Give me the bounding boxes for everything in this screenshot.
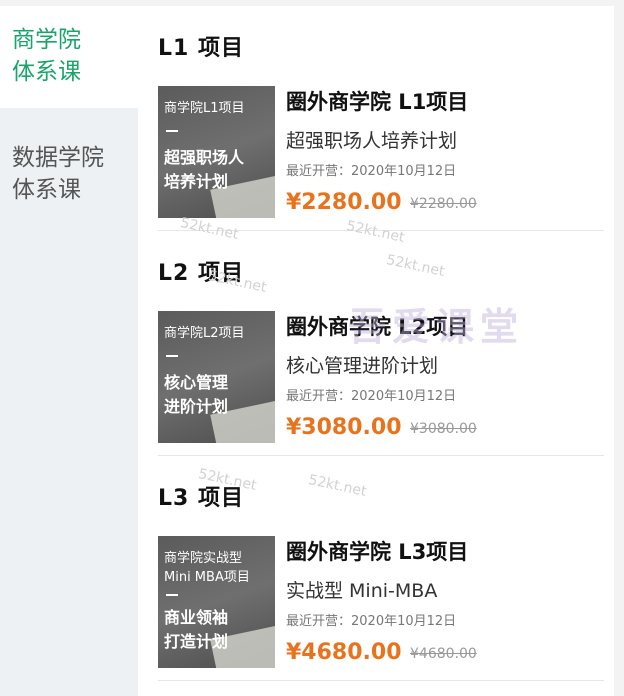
sidebar-item-label: 体系课 [12, 177, 81, 203]
course-original-price: ¥2280.00 [410, 196, 477, 212]
course-subtitle: 核心管理进阶计划 [286, 355, 439, 377]
thumbnail-caption-2: Mini MBA项目 [164, 570, 250, 585]
thumbnail-caption: 商学院L1项目 [164, 101, 245, 116]
course-price: ¥2280.00 [286, 190, 402, 215]
sidebar-item-label: 数据学院 [12, 145, 104, 171]
section-title: L1 项目 [158, 36, 244, 61]
course-thumbnail: 商学院实战型 Mini MBA项目 商业领袖 打造计划 [158, 536, 275, 668]
section-title: L3 项目 [158, 486, 244, 511]
thumbnail-dash [166, 355, 178, 357]
course-title: 圈外商学院 L1项目 [286, 90, 469, 114]
course-start-date: 最近开营：2020年10月12日 [286, 614, 457, 629]
course-thumbnail: 商学院L2项目 核心管理 进阶计划 [158, 311, 275, 443]
course-thumbnail: 商学院L1项目 超强职场人 培养计划 [158, 86, 275, 218]
thumbnail-headline: 超强职场人 [164, 148, 245, 167]
course-list: L1 项目 商学院L1项目 超强职场人 培养计划 圈外商学院 L1项目 超强职场… [138, 6, 614, 696]
course-title: 圈外商学院 L3项目 [286, 540, 469, 564]
thumbnail-headline-2: 打造计划 [164, 632, 229, 651]
thumbnail-headline-2: 进阶计划 [164, 397, 229, 416]
course-card-l2[interactable]: 商学院L2项目 核心管理 进阶计划 圈外商学院 L2项目 核心管理进阶计划 最近… [158, 311, 608, 443]
section-divider [158, 680, 604, 681]
course-title: 圈外商学院 L2项目 [286, 315, 469, 339]
thumbnail-caption: 商学院L2项目 [164, 326, 245, 341]
course-card-l1[interactable]: 商学院L1项目 超强职场人 培养计划 圈外商学院 L1项目 超强职场人培养计划 … [158, 86, 608, 218]
sidebar-item-label: 体系课 [12, 59, 81, 85]
thumbnail-headline: 商业领袖 [164, 608, 229, 627]
course-card-l3[interactable]: 商学院实战型 Mini MBA项目 商业领袖 打造计划 圈外商学院 L3项目 实… [158, 536, 608, 668]
thumbnail-dash [166, 130, 178, 132]
thumbnail-headline-2: 培养计划 [164, 172, 229, 191]
course-price: ¥3080.00 [286, 415, 402, 440]
section-title: L2 项目 [158, 261, 244, 286]
course-price: ¥4680.00 [286, 640, 402, 665]
thumbnail-headline: 核心管理 [164, 373, 229, 392]
course-subtitle: 超强职场人培养计划 [286, 130, 458, 152]
category-sidebar: 商学院 体系课 数据学院 体系课 [0, 6, 138, 696]
sidebar-item-data-school[interactable]: 数据学院 体系课 [0, 108, 138, 206]
sidebar-item-label: 商学院 [12, 27, 81, 53]
section-l2: L2 项目 商学院L2项目 核心管理 进阶计划 圈外商学院 L2项目 核心管理进… [138, 231, 614, 456]
thumbnail-dash [166, 594, 178, 596]
thumbnail-caption: 商学院实战型 [164, 551, 243, 566]
course-original-price: ¥3080.00 [410, 421, 477, 437]
sidebar-item-business-school[interactable]: 商学院 体系课 [0, 6, 138, 108]
course-original-price: ¥4680.00 [410, 646, 477, 662]
section-l3: L3 项目 商学院实战型 Mini MBA项目 商业领袖 打造计划 圈外商学院 … [138, 456, 614, 681]
course-start-date: 最近开营：2020年10月12日 [286, 164, 457, 179]
section-l1: L1 项目 商学院L1项目 超强职场人 培养计划 圈外商学院 L1项目 超强职场… [138, 6, 614, 231]
course-subtitle: 实战型 Mini-MBA [286, 580, 438, 602]
course-start-date: 最近开营：2020年10月12日 [286, 389, 457, 404]
scroll-edge [614, 6, 624, 696]
